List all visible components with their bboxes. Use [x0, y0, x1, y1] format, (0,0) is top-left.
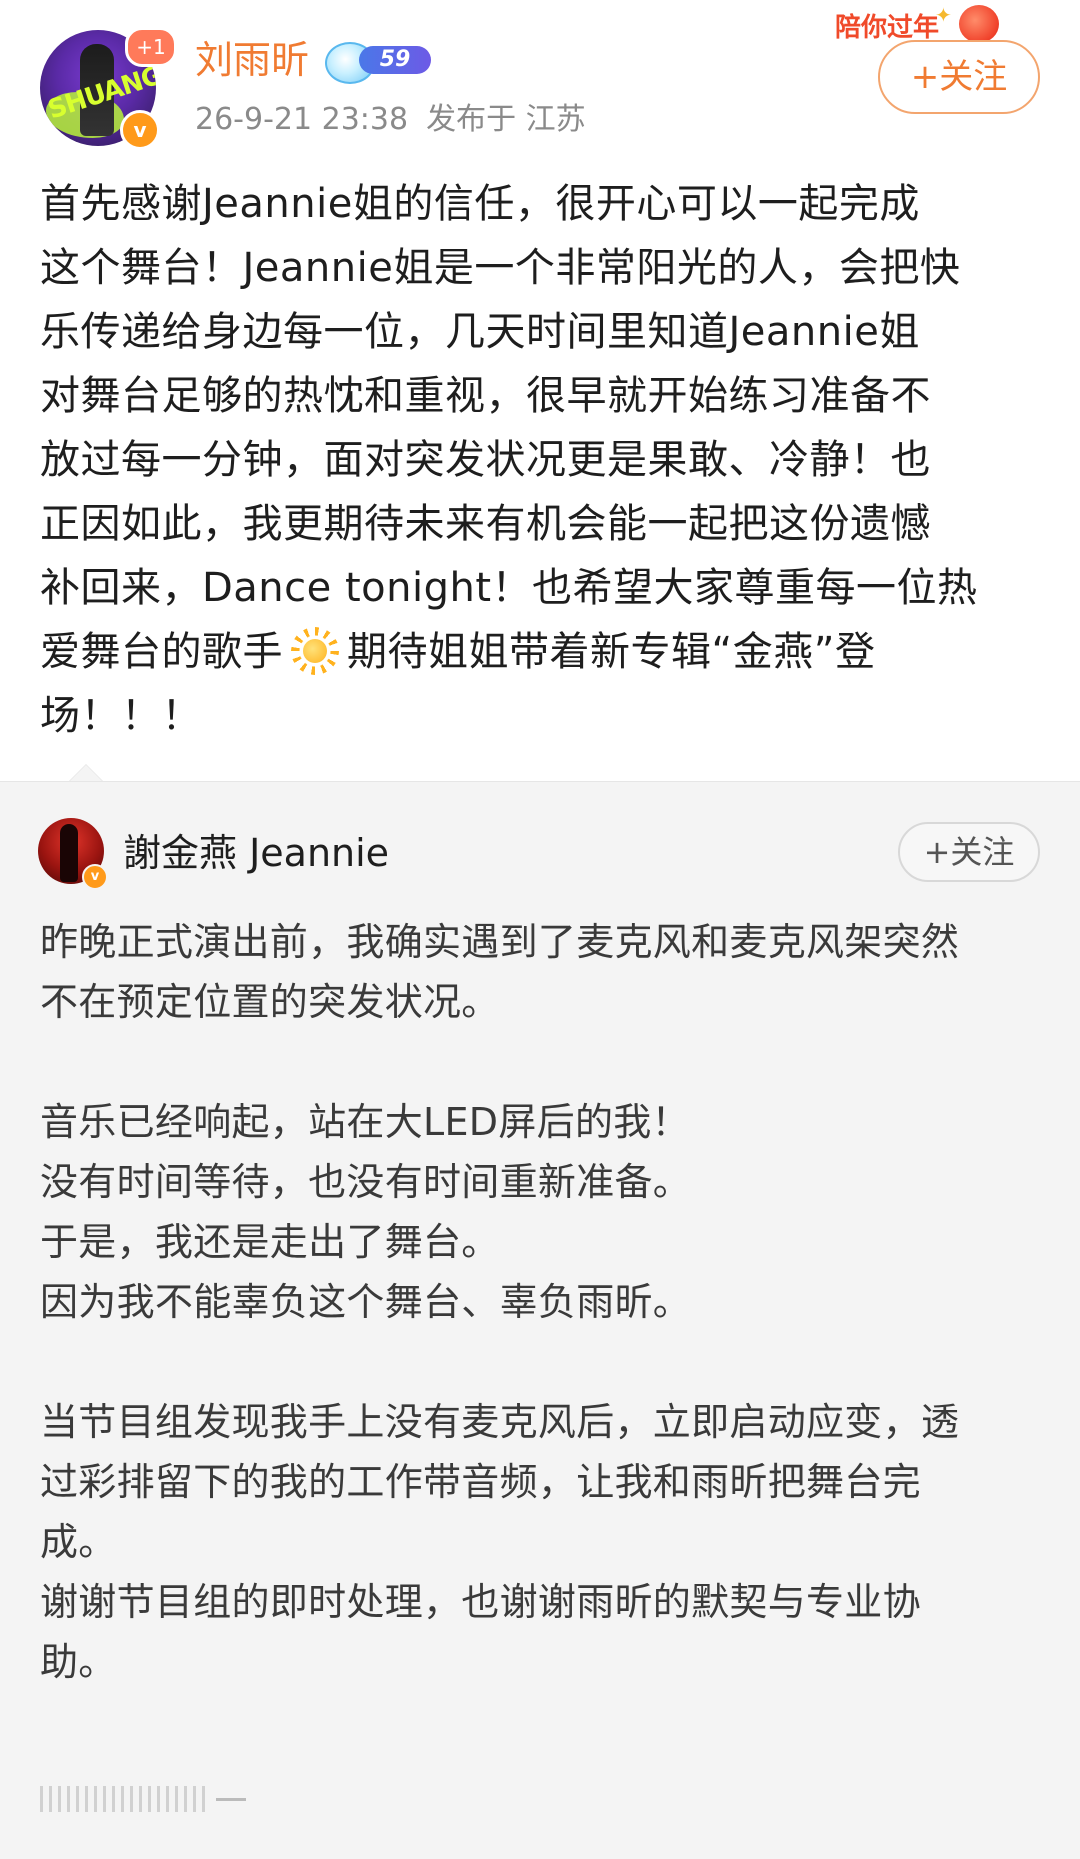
repost-truncated-text [40, 1776, 250, 1816]
sun-emoji-icon [291, 627, 339, 675]
level-number: 59 [359, 46, 431, 74]
repost-verified-icon: v [82, 864, 108, 890]
plus-one-badge: +1 [125, 27, 177, 67]
lantern-icon [959, 5, 999, 43]
post-meta: 26-9-21 23:38 发布于 江苏 [195, 100, 586, 140]
post-content: 首先感谢Jeannie姐的信任，很开心可以一起完成 这个舞台！Jeannie姐是… [40, 172, 1040, 748]
repost-author-name[interactable]: 謝金燕 Jeannie [123, 828, 389, 878]
author-name[interactable]: 刘雨昕 [195, 35, 309, 85]
repost-avatar-figure [60, 824, 78, 882]
level-badge[interactable]: 59 [325, 40, 435, 84]
post-location: 发布于 江苏 [426, 102, 586, 137]
firework-icon: ✦ [935, 3, 952, 27]
weibo-post-page: SHUANG +1 v 刘雨昕 59 26-9-21 23:38 发布于 江苏 陪… [0, 0, 1080, 1859]
post-content-part-1: 首先感谢Jeannie姐的信任，很开心可以一起完成 这个舞台！Jeannie姐是… [40, 181, 978, 675]
post-timestamp: 26-9-21 23:38 [195, 102, 409, 137]
blurred-text-icon [40, 1786, 210, 1812]
repost-follow-button[interactable]: +关注 [898, 822, 1040, 882]
follow-button[interactable]: +关注 [878, 40, 1040, 114]
repost-caret [70, 765, 102, 781]
post-header: SHUANG +1 v 刘雨昕 59 26-9-21 23:38 发布于 江苏 陪… [0, 0, 1080, 160]
verified-icon: v [120, 110, 160, 150]
repost-content: 昨晚正式演出前，我确实遇到了麦克风和麦克风架突然 不在预定位置的突发状况。 音乐… [40, 920, 960, 1684]
dash-mark [216, 1798, 246, 1801]
